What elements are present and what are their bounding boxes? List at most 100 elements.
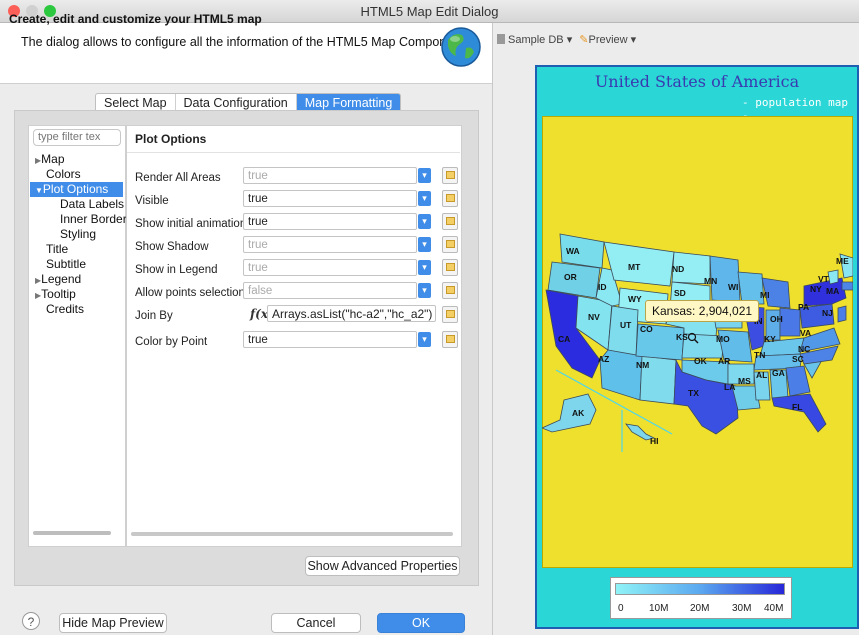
collapse-arrow-icon[interactable]: ▼: [35, 186, 43, 195]
preview-dropdown[interactable]: Preview ▾: [589, 34, 637, 46]
note-icon[interactable]: [442, 190, 458, 207]
join-by-input[interactable]: Arrays.asList("hc-a2","hc_a2"): [267, 305, 436, 322]
state-FL: [771, 393, 827, 433]
state-label-WY: WY: [628, 294, 642, 304]
options-separator: [127, 152, 460, 153]
preview-icon: ✎: [579, 34, 589, 46]
tree-item-inner-border[interactable]: Inner Border: [30, 212, 127, 227]
state-label-OR: OR: [564, 272, 577, 282]
state-label-ND: ND: [672, 264, 684, 274]
allow-points-selection-select[interactable]: false: [243, 282, 417, 299]
note-icon[interactable]: [442, 306, 458, 323]
state-label-TN: TN: [754, 350, 765, 360]
state-UT: [607, 305, 639, 357]
state-label-ID: ID: [598, 282, 607, 292]
tree-item-colors[interactable]: Colors: [30, 167, 123, 182]
tree-item-label: Map: [41, 152, 65, 166]
cancel-button[interactable]: Cancel: [271, 613, 361, 633]
state-label-CO: CO: [640, 324, 653, 334]
visible-select[interactable]: true: [243, 190, 417, 207]
state-label-AR: AR: [718, 356, 730, 366]
state-label-VA: VA: [800, 328, 811, 338]
note-icon[interactable]: [442, 236, 458, 253]
state-label-MN: MN: [704, 276, 717, 286]
tree-item-tooltip[interactable]: ▶Tooltip: [30, 287, 123, 302]
tree-item-credits[interactable]: Credits: [30, 302, 123, 317]
tree-item-label: Plot Options: [42, 182, 109, 196]
function-icon[interactable]: f(x): [250, 307, 274, 321]
show-initial-animation-label: Show initial animation: [135, 218, 247, 230]
options-scrollbar[interactable]: [131, 532, 453, 536]
chevron-down-icon[interactable]: ▾: [418, 168, 431, 183]
chevron-down-icon[interactable]: ▾: [418, 332, 431, 347]
state-label-OK: OK: [694, 356, 708, 366]
state-NJ: [837, 305, 847, 323]
show-shadow-label: Show Shadow: [135, 241, 209, 253]
legend-tick: 10M: [649, 603, 669, 614]
state-label-HI: HI: [650, 436, 659, 446]
note-icon[interactable]: [442, 259, 458, 276]
render-all-areas-label: Render All Areas: [135, 172, 221, 184]
state-label-NJ: NJ: [822, 308, 833, 318]
note-icon[interactable]: [442, 213, 458, 230]
tree-item-legend[interactable]: ▶Legend: [30, 272, 123, 287]
chevron-down-icon[interactable]: ▾: [418, 283, 431, 298]
state-label-SD: SD: [674, 288, 686, 298]
chevron-down-icon[interactable]: ▾: [418, 260, 431, 275]
map-title: United States of America: [594, 72, 800, 91]
options-title: Plot Options: [135, 132, 207, 146]
state-label-NM: NM: [636, 360, 649, 370]
chevron-down-icon[interactable]: ▾: [418, 214, 431, 229]
tree-item-title[interactable]: Title: [30, 242, 123, 257]
state-label-FL: FL: [792, 402, 802, 412]
legend-tick: 20M: [690, 603, 710, 614]
state-label-MS: MS: [738, 376, 751, 386]
state-label-KS: KS: [676, 332, 688, 342]
chevron-down-icon[interactable]: ▾: [418, 191, 431, 206]
database-icon: [497, 34, 505, 44]
preview-toolbar: Sample DB ▾ ✎Preview ▾: [497, 33, 636, 46]
render-all-areas-select[interactable]: true: [243, 167, 417, 184]
note-icon[interactable]: [442, 331, 458, 348]
datasource-dropdown[interactable]: Sample DB ▾: [508, 34, 572, 46]
state-label-KY: KY: [764, 334, 776, 344]
state-label-CA: CA: [558, 334, 570, 344]
tree-scrollbar[interactable]: [33, 531, 111, 535]
tree-item-label: Tooltip: [41, 287, 76, 301]
tree-item-data-labels[interactable]: Data Labels: [30, 197, 124, 212]
tree-filter-input[interactable]: [33, 129, 121, 146]
show-shadow-select[interactable]: true: [243, 236, 417, 253]
split-divider[interactable]: [492, 23, 493, 635]
map-tooltip: Kansas: 2,904,021: [645, 300, 760, 322]
help-button[interactable]: ?: [22, 612, 40, 630]
us-map[interactable]: WA OR CA NV ID MT WY UT AZ NM CO ND SD N…: [542, 228, 853, 453]
tree-list: ▶Map Colors ▼Plot Options Data Labels In…: [30, 152, 127, 317]
state-GA: [785, 365, 811, 397]
hide-map-preview-button[interactable]: Hide Map Preview: [59, 613, 167, 633]
state-label-TX: TX: [688, 388, 699, 398]
globe-icon: [441, 27, 481, 67]
state-label-ME: ME: [836, 256, 849, 266]
color-by-point-select[interactable]: true: [243, 331, 417, 348]
note-icon[interactable]: [442, 167, 458, 184]
show-initial-animation-select[interactable]: true: [243, 213, 417, 230]
dialog-header-title: Create, edit and customize your HTML5 ma…: [9, 12, 262, 26]
tree-item-subtitle[interactable]: Subtitle: [30, 257, 123, 272]
tree-item-label: Legend: [41, 272, 82, 286]
show-advanced-properties-button[interactable]: Show Advanced Properties: [305, 556, 460, 576]
allow-points-selection-label: Allow points selection: [135, 287, 245, 299]
tree-item-map[interactable]: ▶Map: [30, 152, 123, 167]
chevron-down-icon[interactable]: ▾: [418, 237, 431, 252]
show-in-legend-select[interactable]: true: [243, 259, 417, 276]
ok-button[interactable]: OK: [377, 613, 465, 633]
tree-item-styling[interactable]: Styling: [30, 227, 123, 242]
legend-gradient-bar: [615, 583, 785, 595]
state-label-WI: WI: [728, 282, 738, 292]
legend-tick: 30M: [732, 603, 752, 614]
note-icon[interactable]: [442, 282, 458, 299]
state-label-WA: WA: [566, 246, 580, 256]
state-label-VT: VT: [818, 274, 830, 284]
join-by-label: Join By: [135, 310, 173, 322]
tree-item-plot-options[interactable]: ▼Plot Options: [30, 182, 123, 197]
state-MA: [841, 281, 853, 291]
